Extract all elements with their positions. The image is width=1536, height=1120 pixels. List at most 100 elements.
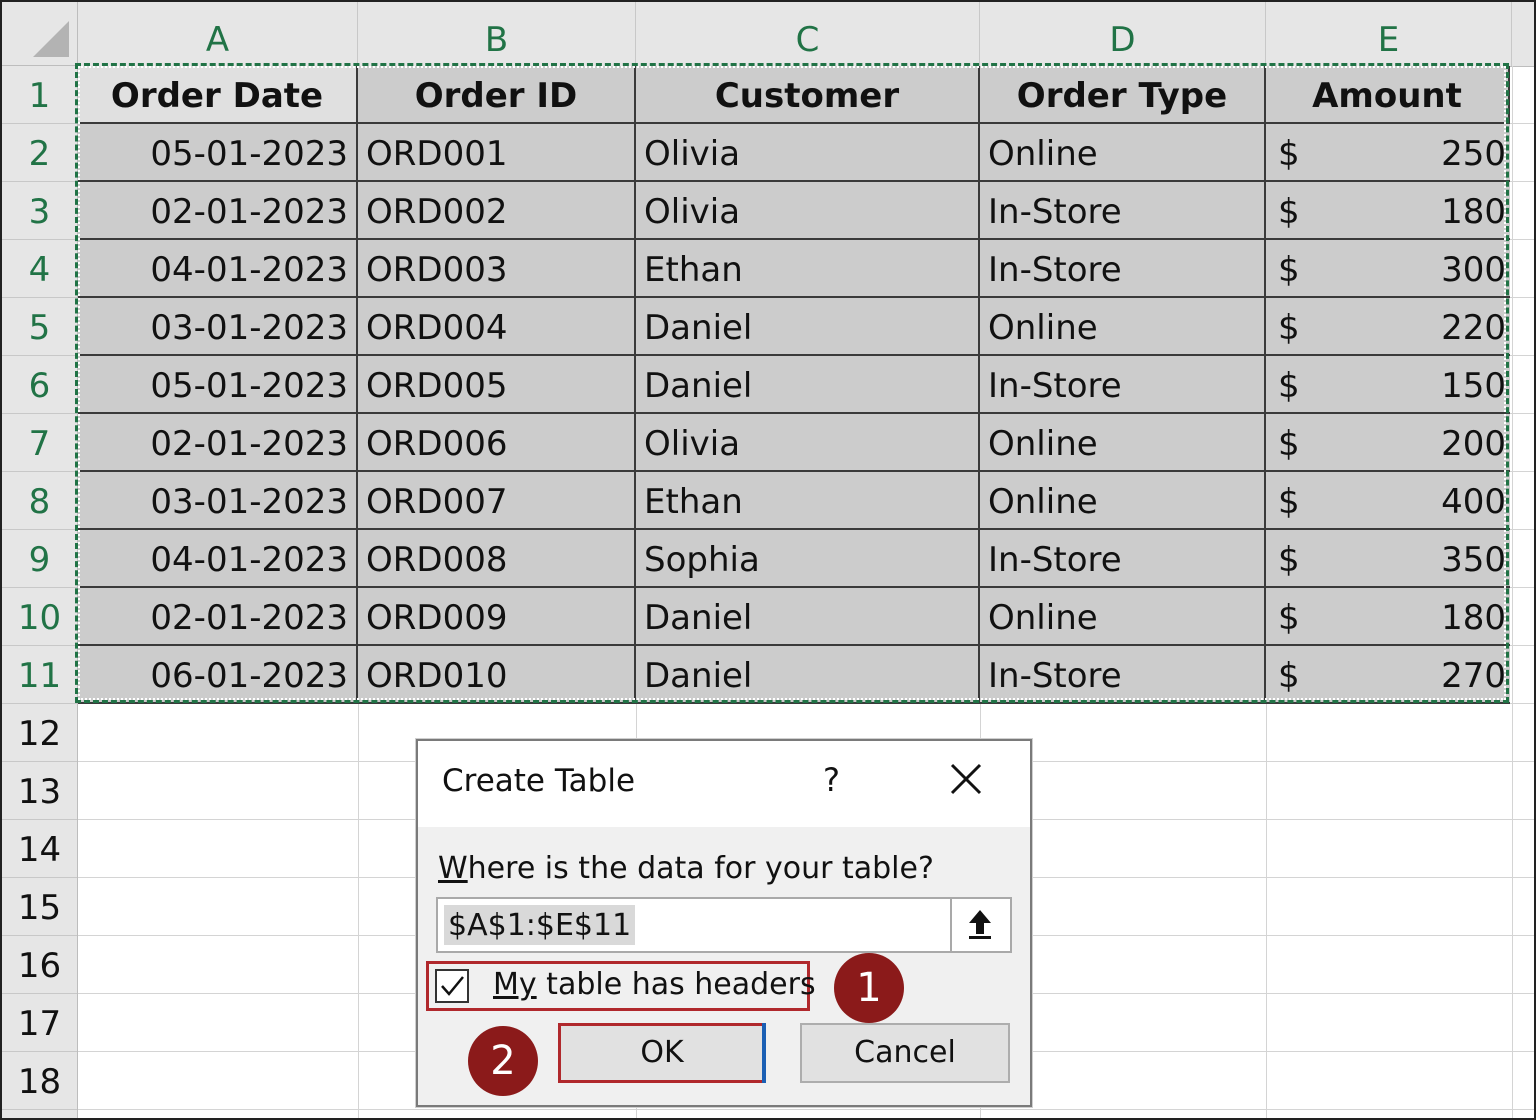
table-cell-type[interactable]: In-Store xyxy=(980,530,1266,586)
range-input[interactable]: $A$1:$E$11 xyxy=(444,905,636,945)
table-cell-customer[interactable]: Ethan xyxy=(636,240,980,296)
column-header-bar: A B C D E xyxy=(78,2,1534,67)
table-cell-date[interactable]: 04-01-2023 xyxy=(78,530,358,586)
help-button[interactable]: ? xyxy=(823,761,840,799)
table-cell-id[interactable]: ORD004 xyxy=(358,298,636,354)
table-header-cell[interactable]: Order Type xyxy=(980,66,1266,122)
table-row: 02-01-2023 ORD009 Daniel Online $180 xyxy=(78,588,1510,646)
column-header-b[interactable]: B xyxy=(358,2,636,66)
table-header-cell[interactable]: Customer xyxy=(636,66,980,122)
table-cell-date[interactable]: 02-01-2023 xyxy=(78,182,358,238)
column-header-a[interactable]: A xyxy=(78,2,358,66)
table-cell-customer[interactable]: Ethan xyxy=(636,472,980,528)
table-cell-type[interactable]: In-Store xyxy=(980,240,1266,296)
table-cell-customer[interactable]: Sophia xyxy=(636,530,980,586)
row-header-15[interactable]: 15 xyxy=(2,878,77,936)
table-cell-type[interactable]: Online xyxy=(980,588,1266,644)
table-cell-id[interactable]: ORD005 xyxy=(358,356,636,412)
headers-checkbox-label[interactable]: My table has headers xyxy=(493,967,816,1002)
currency-symbol: $ xyxy=(1278,366,1300,406)
headers-checkbox-row[interactable]: My table has headers xyxy=(426,961,816,1011)
table-header-row: Order Date Order ID Customer Order Type Amou… xyxy=(78,66,1510,124)
table-cell-type[interactable]: In-Store xyxy=(980,356,1266,412)
currency-symbol: $ xyxy=(1278,540,1300,580)
table-cell-date[interactable]: 04-01-2023 xyxy=(78,240,358,296)
column-header-e[interactable]: E xyxy=(1266,2,1512,66)
table-cell-type[interactable]: Online xyxy=(980,472,1266,528)
row-header-16[interactable]: 16 xyxy=(2,936,77,994)
row-header-12[interactable]: 12 xyxy=(2,704,77,762)
row-header-2[interactable]: 2 xyxy=(2,124,77,182)
row-header-4[interactable]: 4 xyxy=(2,240,77,298)
table-cell-customer[interactable]: Daniel xyxy=(636,588,980,644)
table-header-cell[interactable]: Amount xyxy=(1266,66,1510,122)
headers-checkbox[interactable] xyxy=(435,969,469,1003)
table-cell-customer[interactable]: Olivia xyxy=(636,124,980,180)
close-icon[interactable] xyxy=(946,759,986,799)
row-header-8[interactable]: 8 xyxy=(2,472,77,530)
table-cell-type[interactable]: In-Store xyxy=(980,646,1266,702)
table-header-cell[interactable]: Order ID xyxy=(358,66,636,122)
table-cell-type[interactable]: Online xyxy=(980,124,1266,180)
range-field[interactable]: $A$1:$E$11 xyxy=(436,897,1012,953)
table-cell-customer[interactable]: Daniel xyxy=(636,646,980,702)
table-cell-date[interactable]: 06-01-2023 xyxy=(78,646,358,702)
table-cell-type[interactable]: Online xyxy=(980,298,1266,354)
cancel-button[interactable]: Cancel xyxy=(800,1023,1010,1083)
table-cell-date[interactable]: 03-01-2023 xyxy=(78,298,358,354)
table-cell-amount[interactable]: $250 xyxy=(1266,124,1510,180)
table-cell-id[interactable]: ORD002 xyxy=(358,182,636,238)
row-header-10[interactable]: 10 xyxy=(2,588,77,646)
table-cell-amount[interactable]: $300 xyxy=(1266,240,1510,296)
select-all-button[interactable] xyxy=(2,2,78,66)
table-cell-id[interactable]: ORD008 xyxy=(358,530,636,586)
row-header-3[interactable]: 3 xyxy=(2,182,77,240)
table-header-cell[interactable]: Order Date xyxy=(78,66,358,122)
table-cell-id[interactable]: ORD001 xyxy=(358,124,636,180)
column-header-c[interactable]: C xyxy=(636,2,980,66)
table-cell-id[interactable]: ORD003 xyxy=(358,240,636,296)
table-cell-date[interactable]: 03-01-2023 xyxy=(78,472,358,528)
table-cell-date[interactable]: 05-01-2023 xyxy=(78,124,358,180)
row-header-9[interactable]: 9 xyxy=(2,530,77,588)
table-cell-amount[interactable]: $220 xyxy=(1266,298,1510,354)
row-header-11[interactable]: 11 xyxy=(2,646,77,704)
table-cell-id[interactable]: ORD006 xyxy=(358,414,636,470)
table-cell-customer[interactable]: Daniel xyxy=(636,298,980,354)
collapse-dialog-button[interactable] xyxy=(950,899,1010,951)
row-header-13[interactable]: 13 xyxy=(2,762,77,820)
table-cell-id[interactable]: ORD010 xyxy=(358,646,636,702)
table-cell-date[interactable]: 02-01-2023 xyxy=(78,414,358,470)
table-cell-customer[interactable]: Olivia xyxy=(636,182,980,238)
row-header-14[interactable]: 14 xyxy=(2,820,77,878)
table-cell-amount[interactable]: $400 xyxy=(1266,472,1510,528)
table-cell-customer[interactable]: Daniel xyxy=(636,356,980,412)
table-cell-date[interactable]: 02-01-2023 xyxy=(78,588,358,644)
amount-value: 220 xyxy=(1441,308,1506,348)
column-header-d[interactable]: D xyxy=(980,2,1266,66)
dialog-title: Create Table xyxy=(442,763,636,799)
table-cell-amount[interactable]: $180 xyxy=(1266,182,1510,238)
table-cell-amount[interactable]: $180 xyxy=(1266,588,1510,644)
table-row: 05-01-2023 ORD005 Daniel In-Store $150 xyxy=(78,356,1510,414)
ok-button[interactable]: OK xyxy=(558,1023,766,1083)
table-cell-date[interactable]: 05-01-2023 xyxy=(78,356,358,412)
table-cell-amount[interactable]: $150 xyxy=(1266,356,1510,412)
table-cell-id[interactable]: ORD009 xyxy=(358,588,636,644)
amount-value: 350 xyxy=(1441,540,1506,580)
table-cell-type[interactable]: In-Store xyxy=(980,182,1266,238)
row-header-18[interactable]: 18 xyxy=(2,1052,77,1110)
row-header-17[interactable]: 17 xyxy=(2,994,77,1052)
table-cell-id[interactable]: ORD007 xyxy=(358,472,636,528)
row-header-1[interactable]: 1 xyxy=(2,66,77,124)
table-cell-type[interactable]: Online xyxy=(980,414,1266,470)
row-header-7[interactable]: 7 xyxy=(2,414,77,472)
row-header-5[interactable]: 5 xyxy=(2,298,77,356)
row-header-6[interactable]: 6 xyxy=(2,356,77,414)
table-cell-amount[interactable]: $350 xyxy=(1266,530,1510,586)
table-cell-amount[interactable]: $200 xyxy=(1266,414,1510,470)
data-table[interactable]: Order Date Order ID Customer Order Type Amou… xyxy=(78,66,1510,704)
checkmark-icon xyxy=(441,976,464,996)
table-cell-customer[interactable]: Olivia xyxy=(636,414,980,470)
table-cell-amount[interactable]: $270 xyxy=(1266,646,1510,702)
